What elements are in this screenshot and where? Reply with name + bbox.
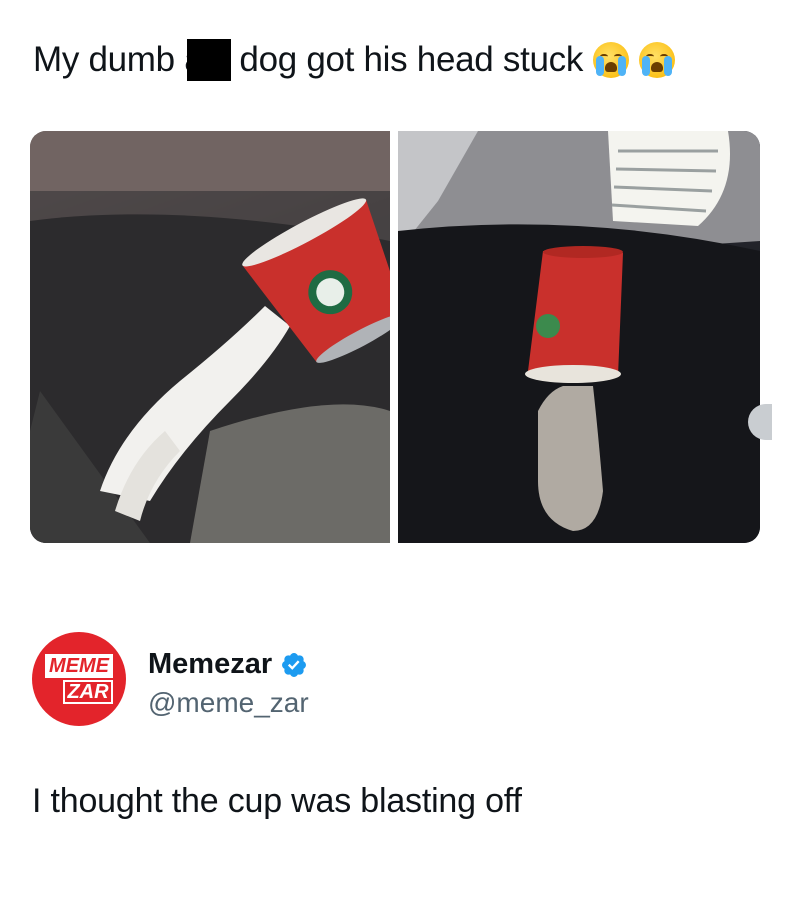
display-name-text: Memezar [148, 648, 273, 680]
author-row: MEME ZAR Memezar @meme_zar [32, 632, 309, 726]
crying-face-emoji-icon [639, 42, 676, 78]
avatar[interactable]: MEME ZAR [32, 632, 126, 726]
post-text-start: My dumb a [33, 40, 204, 79]
media-gallery [30, 131, 760, 543]
photo-dog-cup-right[interactable] [398, 131, 760, 543]
avatar-logo-line1: MEME [45, 654, 113, 678]
author-handle[interactable]: @meme_zar [148, 687, 309, 719]
reply-text: I thought the cup was blasting off [32, 782, 522, 820]
redaction-bar [187, 39, 232, 81]
avatar-logo-line2: ZAR [63, 680, 113, 704]
verified-badge-icon [282, 652, 307, 677]
post-text-end: dog got his head stuck [239, 40, 584, 79]
photo-dog-cup-left[interactable] [30, 131, 390, 543]
author-names: Memezar @meme_zar [148, 648, 309, 719]
author-display-name[interactable]: Memezar [148, 648, 309, 681]
post-text: My dumb a dog got his head stuck [33, 38, 676, 82]
crying-face-emoji-icon [593, 42, 630, 78]
